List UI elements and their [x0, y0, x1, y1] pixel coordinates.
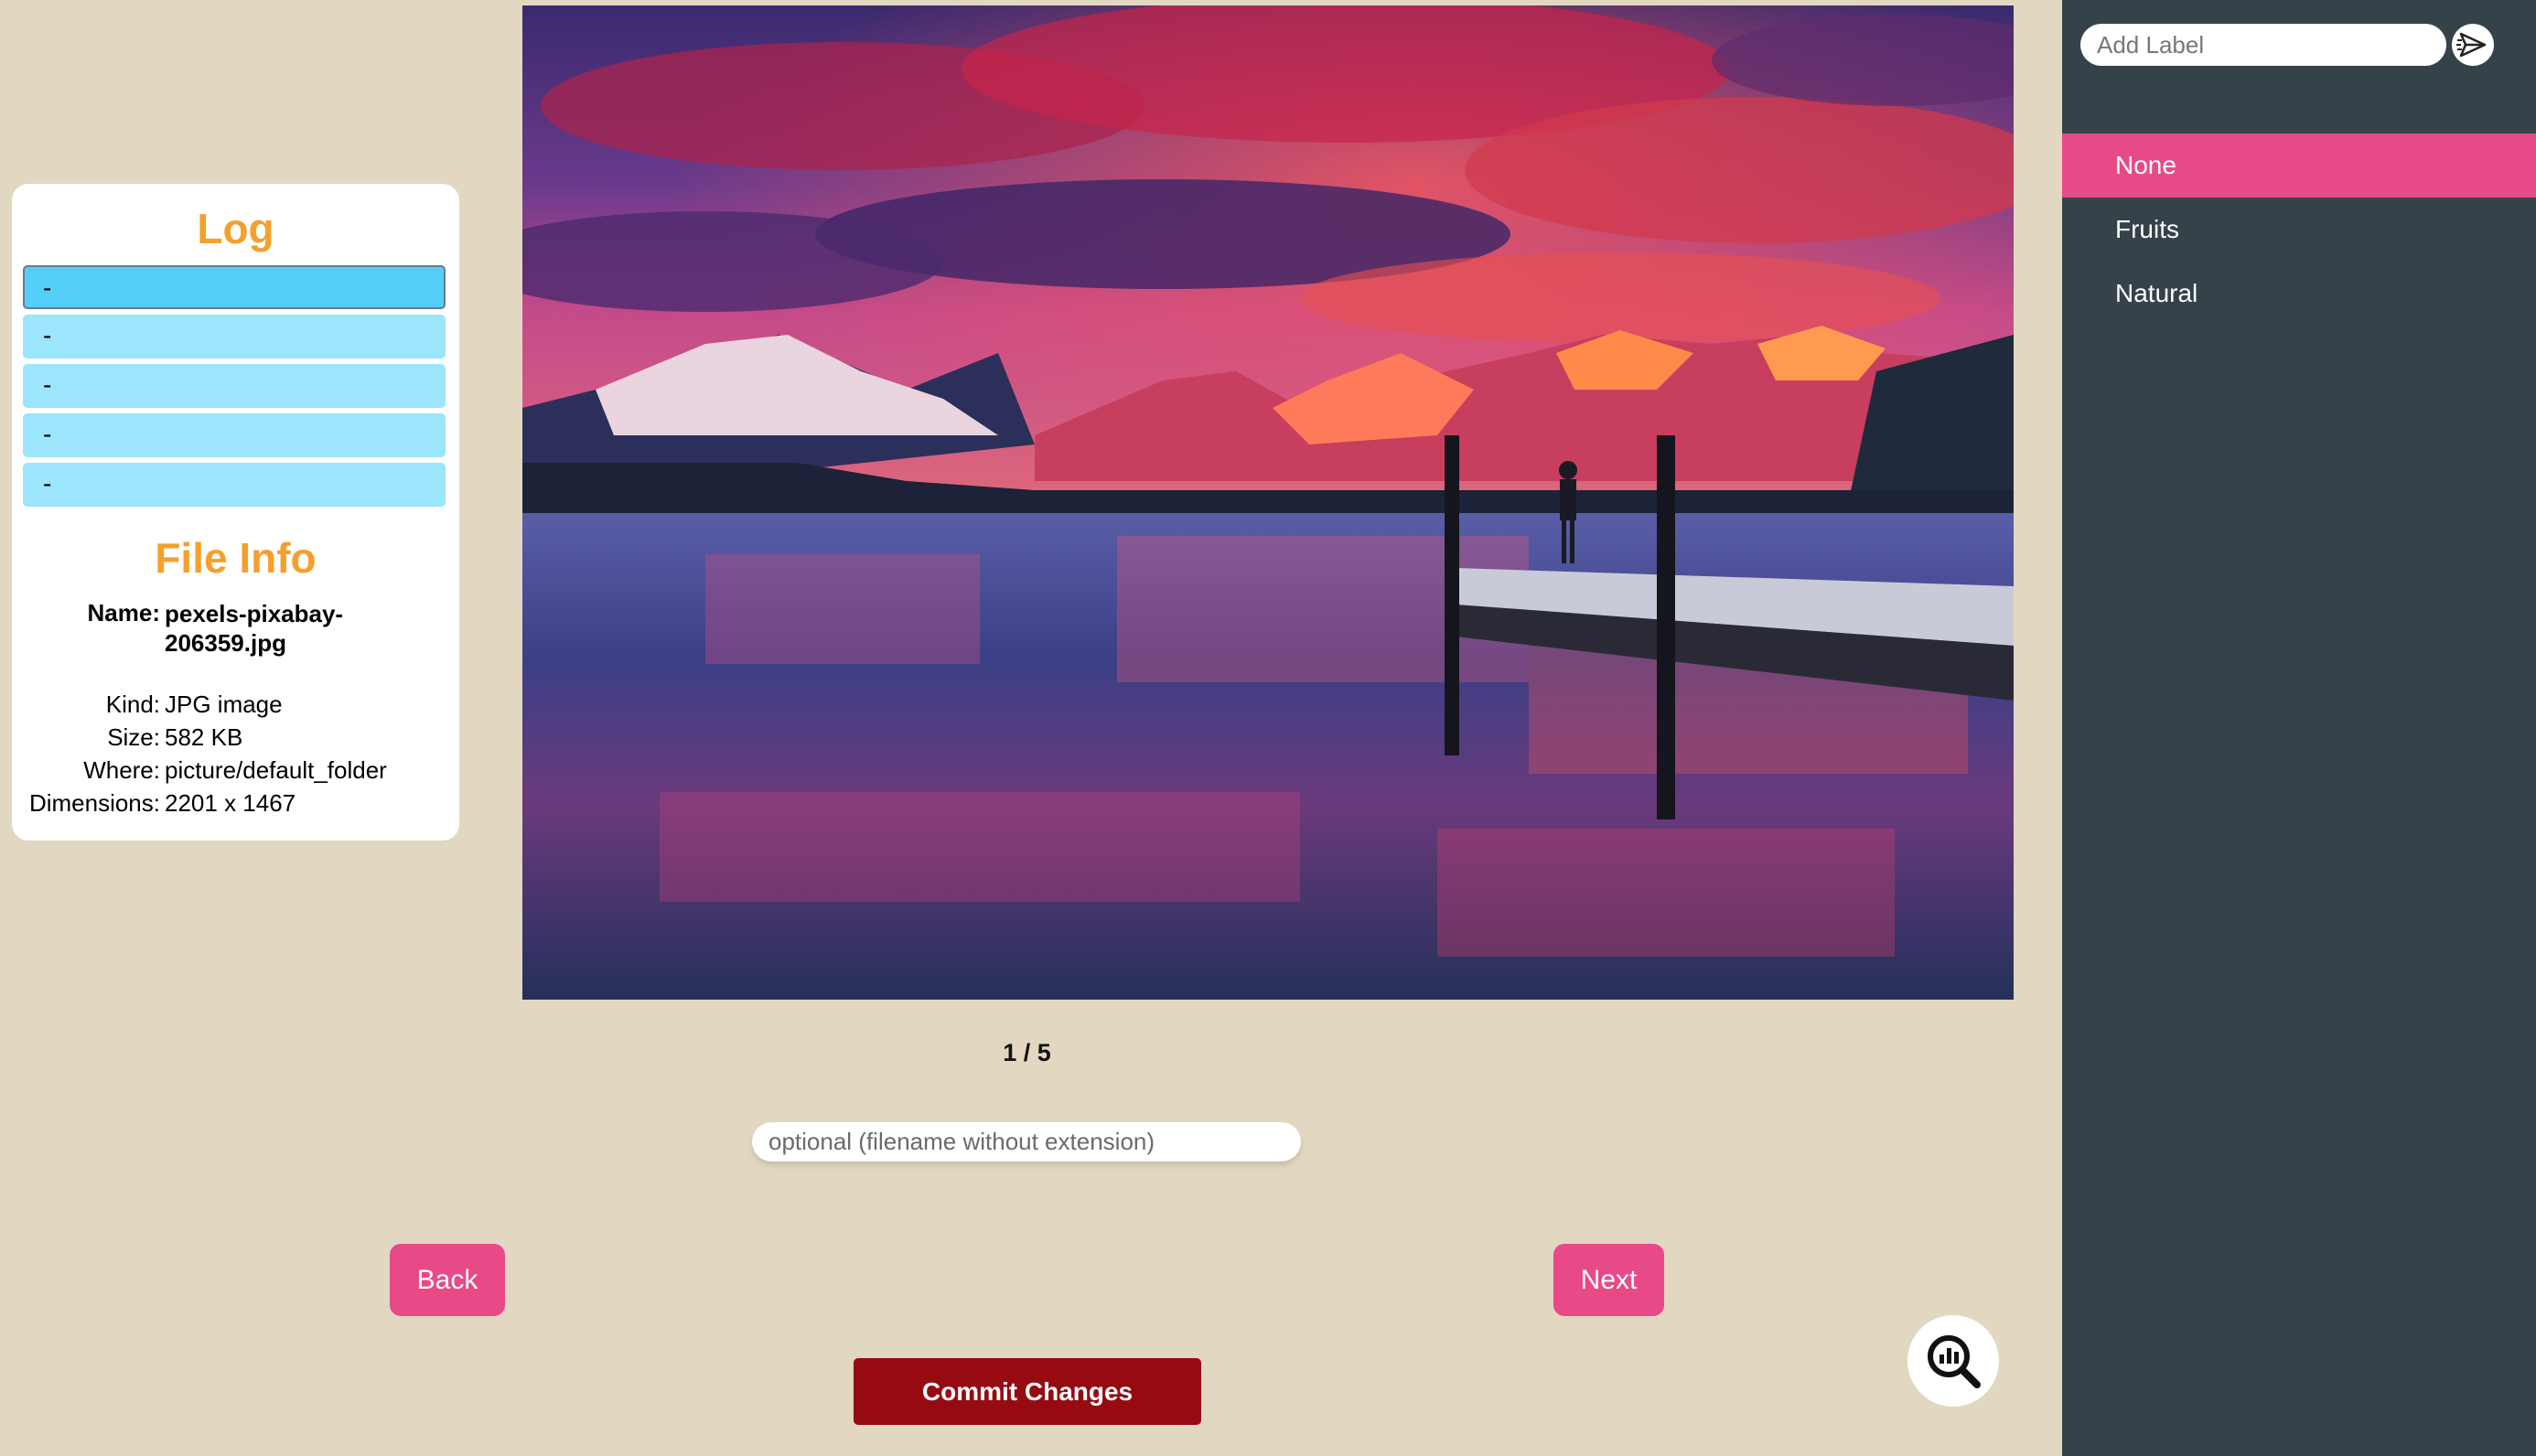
- file-dimensions-value: 2201 x 1467: [165, 789, 296, 817]
- info-panel: Log - - - - - File Info Name: pexels-pix…: [12, 184, 459, 840]
- log-entry[interactable]: -: [23, 463, 446, 507]
- send-icon: [2456, 32, 2487, 58]
- add-label-input[interactable]: [2080, 24, 2446, 66]
- file-where-label: Where:: [83, 756, 160, 784]
- commit-changes-button[interactable]: Commit Changes: [854, 1358, 1201, 1425]
- add-label-button[interactable]: [2452, 24, 2494, 66]
- file-where-value: picture/default_folder: [165, 756, 387, 784]
- analytics-button[interactable]: [1907, 1315, 1999, 1407]
- main-image: [522, 5, 2014, 1000]
- log-entry[interactable]: -: [23, 265, 446, 309]
- label-list: None Fruits Natural: [2062, 134, 2536, 326]
- file-kind-label: Kind:: [105, 691, 160, 718]
- log-title: Log: [197, 205, 274, 252]
- log-list: - - - - -: [23, 265, 446, 512]
- file-name-value: pexels-pixabay-206359.jpg: [165, 600, 344, 657]
- log-entry[interactable]: -: [23, 413, 446, 457]
- label-sidebar: None Fruits Natural: [2062, 0, 2536, 1456]
- file-kind-value: JPG image: [165, 691, 283, 718]
- log-entry[interactable]: -: [23, 315, 446, 359]
- label-item-none[interactable]: None: [2062, 134, 2536, 198]
- log-entry[interactable]: -: [23, 364, 446, 408]
- back-button[interactable]: Back: [390, 1244, 505, 1316]
- filename-input[interactable]: [752, 1122, 1301, 1162]
- label-item-fruits[interactable]: Fruits: [2062, 198, 2536, 262]
- analytics-search-icon: [1928, 1335, 1981, 1388]
- image-counter: 1 / 5: [1003, 1039, 1051, 1066]
- next-button[interactable]: Next: [1553, 1244, 1664, 1316]
- file-name-label: Name:: [87, 599, 160, 626]
- label-item-natural[interactable]: Natural: [2062, 262, 2536, 326]
- file-info-title: File Info: [155, 534, 317, 582]
- file-size-value: 582 KB: [165, 723, 243, 751]
- file-size-label: Size:: [107, 723, 160, 751]
- landscape-photo: [522, 5, 2014, 1000]
- file-dimensions-label: Dimensions:: [28, 789, 160, 817]
